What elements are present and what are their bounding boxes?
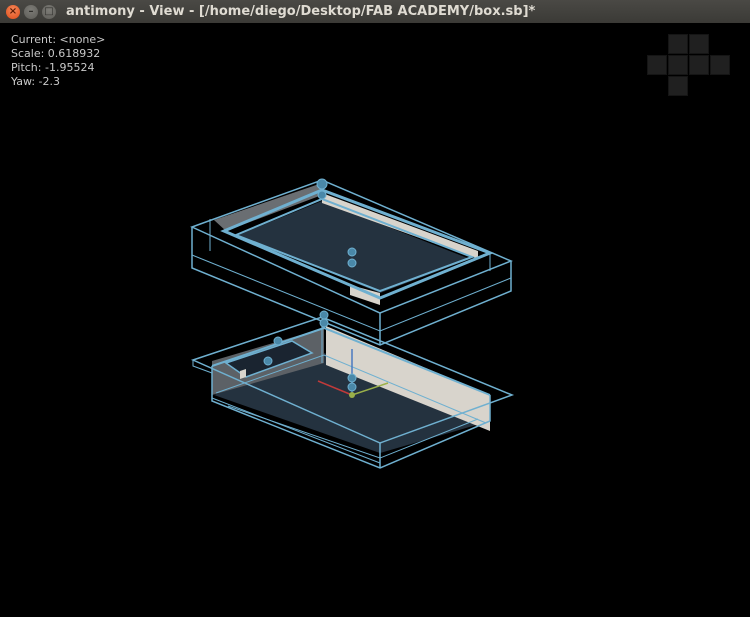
base-handle-center-2[interactable] [347, 382, 357, 392]
lid-handle-center-2[interactable] [347, 258, 357, 268]
window-title: antimony - View - [/home/diego/Desktop/F… [66, 4, 536, 19]
base-origin-handle[interactable] [349, 392, 355, 398]
minimize-icon[interactable]: – [24, 4, 38, 19]
maximize-icon[interactable]: □ [42, 4, 56, 19]
yaw-readout: Yaw: -2.3 [11, 75, 61, 88]
base-handle-top[interactable] [319, 310, 329, 320]
lid-inner-floor [238, 201, 470, 293]
view-cube-top[interactable] [668, 34, 688, 54]
pitch-readout: Pitch: -1.95524 [11, 61, 95, 74]
close-icon[interactable]: × [6, 4, 20, 19]
view-cube-icon[interactable] [647, 34, 731, 96]
base-handle-center[interactable] [347, 373, 357, 383]
lid-handle-top-2[interactable] [317, 190, 327, 200]
view-cube-left[interactable] [647, 55, 667, 75]
view-info-overlay: Current: <none> Scale: 0.618932 Pitch: -… [11, 33, 105, 89]
view-cube-front[interactable] [668, 55, 688, 75]
scale-readout: Scale: 0.618932 [11, 47, 101, 60]
view-cube-bottom[interactable] [668, 76, 688, 96]
3d-viewport[interactable]: Current: <none> Scale: 0.618932 Pitch: -… [0, 23, 750, 617]
base-part[interactable] [190, 310, 515, 469]
title-bar[interactable]: × – □ antimony - View - [/home/diego/Des… [0, 0, 750, 24]
window-controls: × – □ [6, 4, 56, 19]
lid-handle-top[interactable] [316, 178, 328, 190]
current-readout: Current: <none> [11, 33, 106, 46]
base-handle-slot-2[interactable] [263, 356, 273, 366]
base-handle-slot-1[interactable] [273, 336, 283, 346]
base-handle-top-2[interactable] [319, 318, 329, 328]
lid-handle-center[interactable] [347, 247, 357, 257]
view-cube-right[interactable] [689, 55, 709, 75]
view-cube-top-right[interactable] [689, 34, 709, 54]
scene-canvas[interactable] [0, 23, 750, 617]
lid-part[interactable] [190, 178, 513, 346]
view-cube-back[interactable] [710, 55, 730, 75]
